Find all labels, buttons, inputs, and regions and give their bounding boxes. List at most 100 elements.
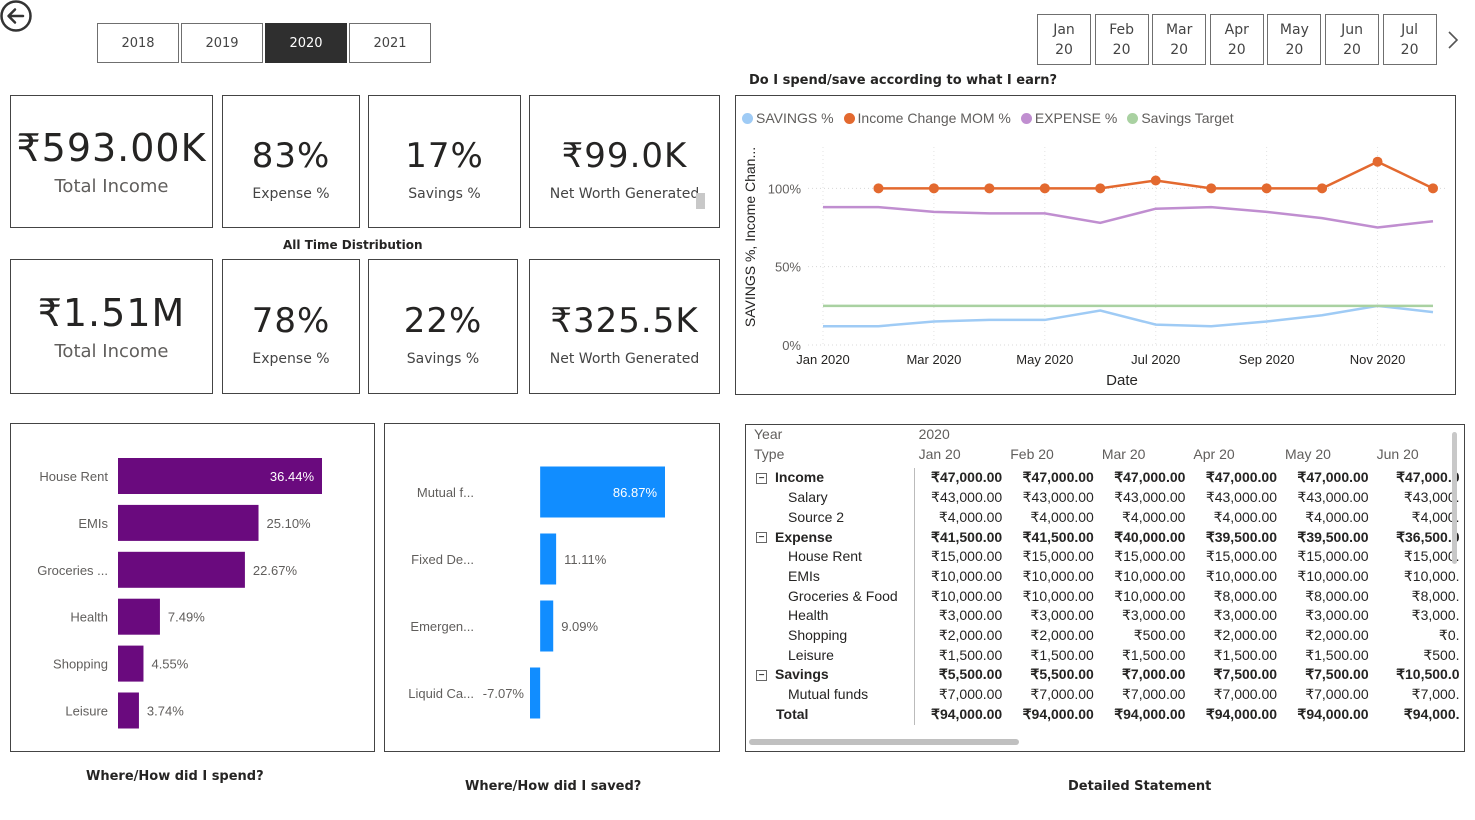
month-year: 20 (1343, 41, 1361, 58)
data-point[interactable] (984, 183, 995, 194)
x-axis-label: Date (1106, 372, 1138, 389)
kpi-expense-percent: 83% Expense % (222, 95, 360, 228)
month-year: 20 (1112, 41, 1131, 58)
table-cell: ₹1,500.00 (1213, 646, 1278, 663)
row-label: Expense (775, 528, 833, 545)
month-button-apr[interactable]: Apr 20 (1209, 14, 1264, 65)
y-tick-label: 100% (768, 181, 802, 196)
month-name: Feb (1109, 21, 1134, 38)
row-label: Income (775, 469, 825, 486)
table-row: − Expense ₹41,500.00 ₹41,500.00 ₹40,000.00 ₹3… (746, 527, 1464, 548)
table-cell: ₹1,500.00 (1030, 646, 1094, 663)
table-cell: ₹94,000.00 (1114, 705, 1186, 722)
year-button-2018[interactable]: 2018 (97, 23, 179, 63)
month-button-feb[interactable]: Feb 20 (1094, 14, 1149, 65)
bar-category-label: Health (70, 610, 108, 625)
row-label: EMIs (788, 567, 820, 584)
bar-data-label: 9.09% (561, 619, 598, 634)
bar[interactable] (540, 600, 554, 652)
bar[interactable] (540, 533, 557, 585)
table-cell: ₹10,000.00 (1022, 587, 1094, 604)
data-point[interactable] (1206, 183, 1217, 194)
table-cell: ₹2,000.00 (1213, 627, 1278, 644)
collapse-toggle-icon[interactable]: − (756, 473, 767, 485)
month-button-jun[interactable]: Jun 20 (1325, 14, 1379, 65)
table-cell: ₹10,000.00 (1297, 567, 1369, 584)
data-point[interactable] (1261, 183, 1272, 194)
line-chart-title: Do I spend/save according to what I earn… (749, 73, 1058, 88)
table-cell: ₹4,000.00 (1030, 508, 1094, 525)
chevron-right-icon[interactable] (1443, 28, 1463, 52)
table-cell: ₹39,500.00 (1205, 528, 1278, 545)
bar[interactable] (118, 551, 245, 588)
kpi-label: Total Income (54, 341, 169, 362)
table-cell: ₹10,000.00 (1114, 587, 1186, 604)
kpi-value: 83% (251, 135, 331, 176)
scrollbar-thumb[interactable] (696, 193, 705, 209)
x-tick-label: Jan 2020 (796, 352, 850, 367)
data-point[interactable] (1372, 156, 1383, 167)
data-point[interactable] (1039, 183, 1050, 194)
back-arrow-icon[interactable] (0, 0, 34, 34)
table-cell: ₹4,000.00 (1305, 508, 1369, 525)
bar[interactable] (118, 692, 139, 729)
table-cell: ₹10,500.0 (1396, 666, 1460, 683)
y-tick-label: 0% (782, 338, 801, 353)
table-cell: ₹7,500.00 (1213, 666, 1278, 683)
table-cell: ₹43,000.00 (1205, 489, 1278, 506)
data-point[interactable] (1150, 175, 1161, 186)
table-cell: ₹15,000.00 (1205, 548, 1278, 565)
kpi-value: ₹99.0K (561, 135, 688, 176)
column-header: May 20 (1285, 445, 1331, 462)
month-year: 20 (1400, 41, 1419, 58)
table-cell: ₹7,000.00 (1213, 686, 1278, 703)
month-button-mar[interactable]: Mar 20 (1152, 14, 1207, 65)
data-point[interactable] (873, 183, 884, 194)
bar-category-label: Emergen... (410, 619, 474, 634)
month-button-jul[interactable]: Jul 20 (1382, 14, 1437, 65)
table-cell: ₹5,500.00 (914, 665, 1007, 686)
spend-bar-chart: House Rent 36.44% EMIs 25.10% Groceries ... 2… (37, 458, 322, 729)
bar[interactable] (118, 598, 160, 635)
collapse-toggle-icon[interactable]: − (756, 532, 767, 544)
month-button-jan[interactable]: Jan 20 (1037, 14, 1091, 65)
table-cell: ₹36,500.0 (1396, 528, 1460, 545)
bar[interactable] (530, 667, 541, 719)
table-header-year: Year 2020 (746, 425, 1464, 445)
bar-category-label: Shopping (53, 657, 108, 672)
month-button-may[interactable]: May 20 (1267, 14, 1322, 65)
kpi-savings-percent: 17% Savings % (368, 95, 521, 228)
kpi-total-income: ₹593.00K Total Income (10, 95, 213, 228)
bar-category-label: Mutual f... (417, 485, 474, 500)
data-point[interactable] (928, 183, 939, 194)
table-cell: ₹7,000.00 (1305, 686, 1369, 703)
data-point[interactable] (1317, 183, 1328, 194)
table-row: − Savings ₹5,500.00 ₹5,500.00 ₹7,000.00 ₹7,50… (746, 665, 1464, 686)
table-cell: ₹1,500.00 (1122, 646, 1186, 663)
bar[interactable] (118, 645, 144, 682)
row-label: Health (788, 607, 829, 624)
year-button-2019[interactable]: 2019 (181, 23, 263, 63)
table-cell: ₹43,000.00 (914, 488, 1007, 508)
table-cell: ₹3,000.00 (1030, 607, 1094, 624)
table-cell: ₹2,000.00 (1030, 627, 1094, 644)
table-cell: ₹43,000.00 (1297, 489, 1369, 506)
bar-category-label: EMIs (78, 516, 108, 531)
table-cell: ₹47,000.00 (1114, 469, 1186, 486)
row-label: Shopping (788, 627, 848, 644)
line-chart: 0% 50% 100% Jan 2020 Mar 2020 May 2020 Jul 202… (742, 147, 1448, 389)
table-cell: ₹3,000. (1411, 607, 1460, 624)
bar[interactable] (118, 504, 259, 541)
year-button-2021[interactable]: 2021 (349, 23, 431, 63)
row-label: Groceries & Food (788, 587, 898, 604)
vertical-scrollbar[interactable] (1452, 432, 1457, 564)
collapse-toggle-icon[interactable]: − (756, 670, 767, 682)
table-cell: ₹10,000.00 (1205, 567, 1278, 584)
data-point[interactable] (1095, 183, 1106, 194)
table-cell: ₹8,000.00 (1213, 587, 1278, 604)
data-point[interactable] (1428, 183, 1438, 194)
year-button-2020[interactable]: 2020 (265, 23, 347, 63)
horizontal-scrollbar[interactable] (749, 739, 1019, 745)
table-cell: ₹15,000. (1403, 548, 1460, 565)
table-cell: ₹4,000.00 (1213, 508, 1278, 525)
